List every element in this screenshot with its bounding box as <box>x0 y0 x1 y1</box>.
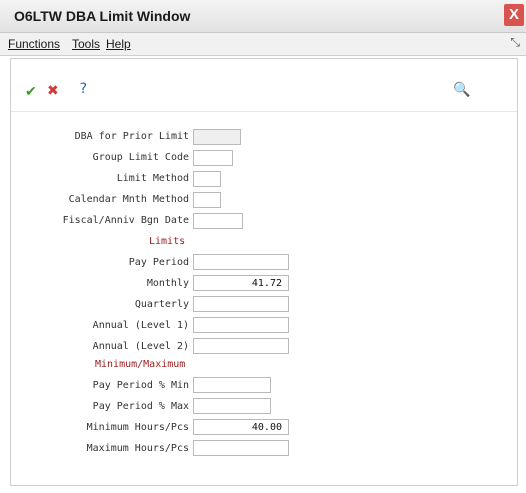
ok-check-icon[interactable]: ✔ <box>25 83 37 99</box>
label-quarterly: Quarterly <box>134 299 189 310</box>
label-group-limit-code: Group Limit Code <box>92 152 189 163</box>
dba-limit-window: O6LTW DBA Limit Window X Functions Tools… <box>0 0 526 493</box>
pay-period-field[interactable] <box>193 254 289 270</box>
form-panel: ✔ ✖ ? 🔍 DBA for Prior Limit Group Limit … <box>10 58 518 486</box>
calendar-mnth-method-field[interactable] <box>193 192 221 208</box>
search-icon[interactable]: 🔍 <box>453 81 470 97</box>
resize-grip-icon[interactable]: ⤡ <box>510 35 520 50</box>
label-fiscal-anniv-bgn-date: Fiscal/Anniv Bgn Date <box>62 215 189 226</box>
minmax-section-heading: Minimum/Maximum <box>95 359 186 370</box>
label-maximum-hours-pcs: Maximum Hours/Pcs <box>86 443 189 454</box>
limit-method-field[interactable] <box>193 171 221 187</box>
pay-period-pct-min-field[interactable] <box>193 377 271 393</box>
toolbar-divider <box>11 111 517 112</box>
limits-section-heading: Limits <box>149 236 186 247</box>
window-title: O6LTW DBA Limit Window <box>14 8 191 24</box>
menu-bar: Functions Tools Help ⤡ <box>0 33 526 56</box>
label-calendar-mnth-method: Calendar Mnth Method <box>68 194 189 205</box>
pay-period-pct-max-field[interactable] <box>193 398 271 414</box>
close-button[interactable]: X <box>504 4 524 26</box>
label-monthly: Monthly <box>146 278 189 289</box>
help-icon[interactable]: ? <box>79 81 87 97</box>
menu-functions[interactable]: Functions <box>8 37 60 51</box>
maximum-hours-pcs-field[interactable] <box>193 440 289 456</box>
label-annual-level2: Annual (Level 2) <box>92 341 189 352</box>
group-limit-code-field[interactable] <box>193 150 233 166</box>
label-minimum-hours-pcs: Minimum Hours/Pcs <box>86 422 189 433</box>
annual-level2-field[interactable] <box>193 338 289 354</box>
monthly-field[interactable]: 41.72 <box>193 275 289 291</box>
menu-help[interactable]: Help <box>106 37 131 51</box>
cancel-x-icon[interactable]: ✖ <box>47 82 59 98</box>
label-pay-period-pct-max: Pay Period % Max <box>92 401 189 412</box>
label-pay-period: Pay Period <box>128 257 189 268</box>
label-annual-level1: Annual (Level 1) <box>92 320 189 331</box>
fiscal-anniv-bgn-date-field[interactable] <box>193 213 243 229</box>
label-limit-method: Limit Method <box>116 173 189 184</box>
dba-prior-limit-field <box>193 129 241 145</box>
menu-tools[interactable]: Tools <box>72 37 100 51</box>
quarterly-field[interactable] <box>193 296 289 312</box>
title-bar: O6LTW DBA Limit Window X <box>0 0 526 33</box>
label-dba-prior-limit: DBA for Prior Limit <box>74 131 189 142</box>
annual-level1-field[interactable] <box>193 317 289 333</box>
label-pay-period-pct-min: Pay Period % Min <box>92 380 189 391</box>
minimum-hours-pcs-field[interactable]: 40.00 <box>193 419 289 435</box>
